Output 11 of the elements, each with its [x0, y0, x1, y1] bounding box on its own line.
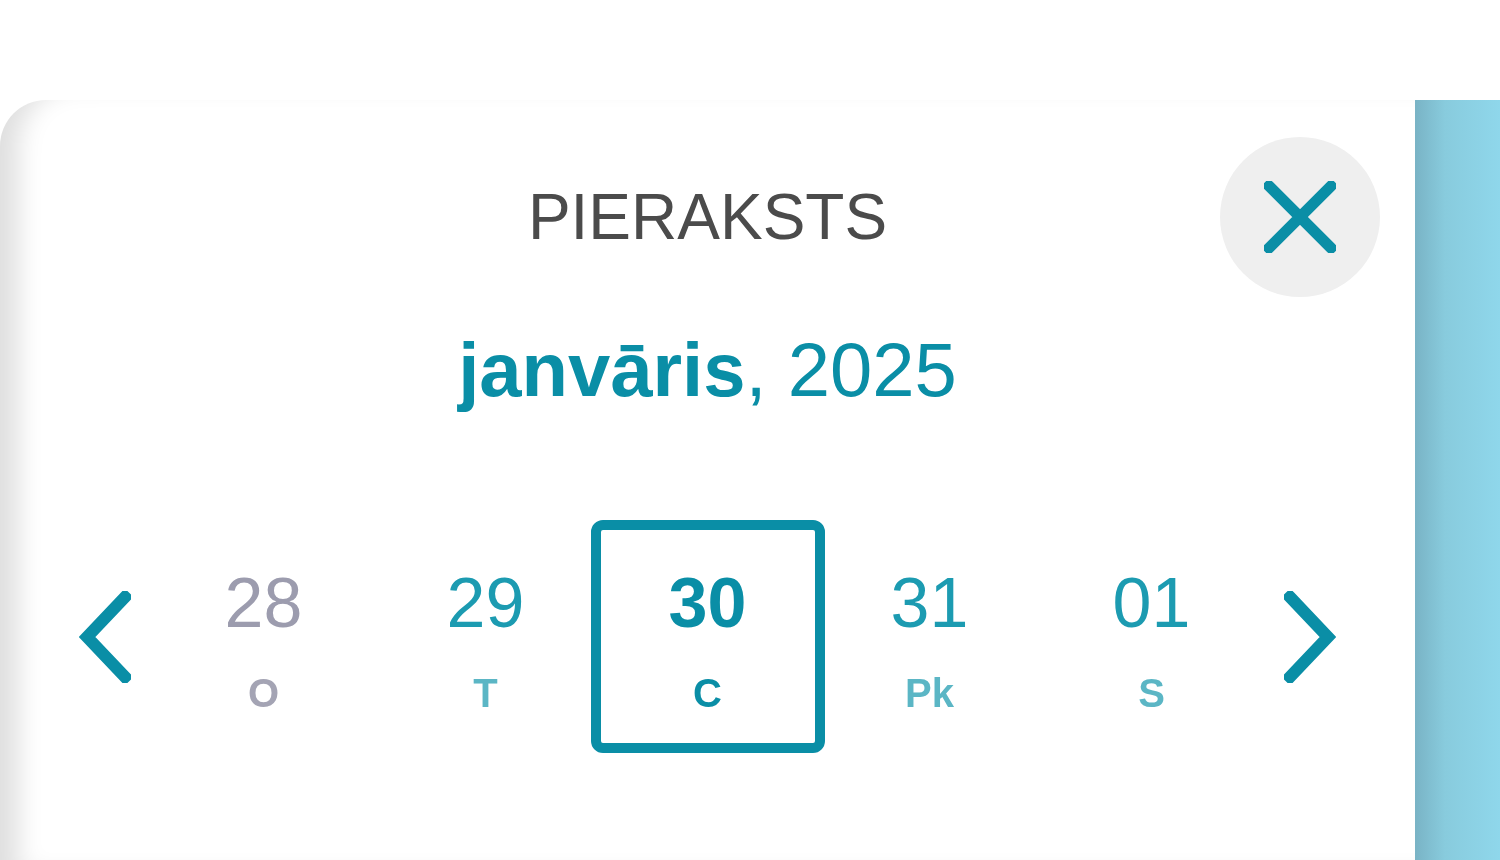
day-button[interactable]: 01 S: [1046, 520, 1257, 754]
dialog-title: PIERAKSTS: [527, 181, 888, 253]
next-button[interactable]: [1282, 590, 1338, 683]
month-label: janvāris, 2025: [458, 326, 957, 414]
previous-button[interactable]: [77, 590, 133, 683]
close-icon: [1264, 181, 1336, 253]
chevron-right-icon: [1284, 590, 1336, 683]
chevron-left-icon: [79, 590, 131, 683]
day-button[interactable]: 31 Pk: [824, 520, 1035, 754]
day-button[interactable]: 30 C: [590, 520, 825, 754]
day-button[interactable]: 29 T: [380, 520, 591, 754]
